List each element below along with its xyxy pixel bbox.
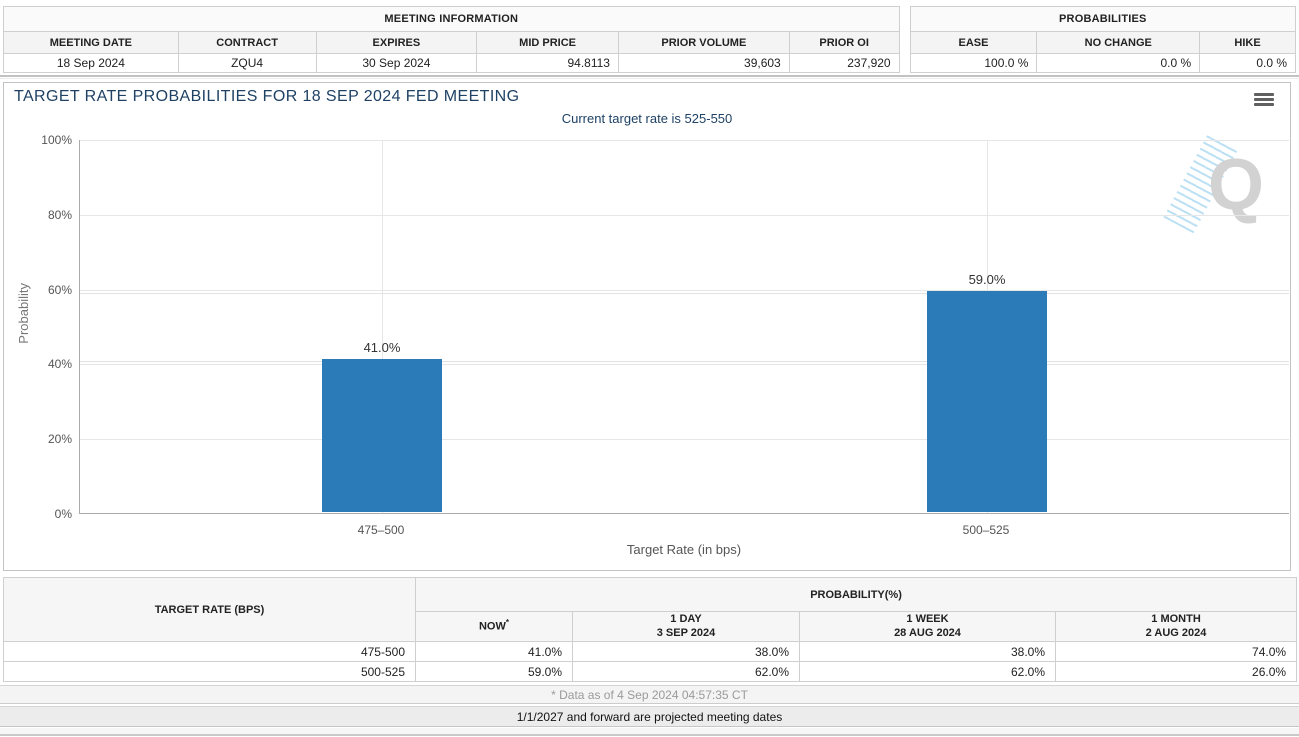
x-tick-label-500-525: 500–525	[962, 523, 1010, 537]
one-month-probability-cell: 26.0%	[1054, 661, 1298, 682]
meeting-date-header: MEETING DATE	[3, 31, 179, 54]
table-row: 475-500 41.0% 38.0% 38.0% 74.0%	[3, 641, 1298, 662]
y-axis-tick-label: 40%	[47, 357, 72, 372]
probability-history-table: TARGET RATE (BPS) PROBABILITY(%) NOW* 1 …	[3, 577, 1298, 682]
y-axis-tick-label: 100%	[41, 133, 72, 147]
one-day-probability-cell: 62.0%	[572, 661, 800, 682]
x-axis-title: Target Rate (in bps)	[626, 542, 742, 557]
footnote-asterisk: *	[505, 618, 509, 628]
bar-value-label: 59.0%	[968, 272, 1006, 288]
y-axis-tick-label: 20%	[47, 432, 72, 447]
bar-value-label: 41.0%	[363, 339, 401, 355]
no-change-header: NO CHANGE	[1036, 31, 1201, 54]
projected-dates-note: 1/1/2027 and forward are projected meeti…	[0, 706, 1299, 727]
y-axis-tick-label: 60%	[47, 282, 72, 297]
expires-header: EXPIRES	[315, 31, 478, 54]
bar-chart-plot-area: 41.0% 59.0%	[79, 140, 1289, 514]
bar-value-refline	[80, 360, 1289, 362]
y-axis-tick-label: 0%	[54, 507, 72, 521]
now-probability-cell: 41.0%	[415, 641, 573, 662]
top-summary-area: MEETING INFORMATION MEETING DATE CONTRAC…	[0, 0, 1299, 73]
hike-header: HIKE	[1199, 31, 1296, 54]
rate-cell: 500-525	[3, 661, 416, 682]
probability-chart-card: TARGET RATE PROBABILITIES FOR 18 SEP 202…	[3, 82, 1291, 571]
meeting-date-value: 18 Sep 2024	[3, 53, 179, 73]
x-tick-label-475-500: 475–500	[357, 523, 405, 537]
mid-price-header: MID PRICE	[476, 31, 619, 54]
bar-value-refline	[80, 293, 1289, 295]
bottom-strip	[0, 728, 1299, 736]
prior-oi-header: PRIOR OI	[788, 31, 900, 54]
y-axis-tick-label: 80%	[47, 207, 72, 222]
target-rate-bps-header: TARGET RATE (BPS)	[3, 577, 416, 642]
probability-group-header: PROBABILITY(%)	[414, 577, 1298, 612]
meeting-information-table: MEETING INFORMATION MEETING DATE CONTRAC…	[3, 6, 900, 73]
hike-value: 0.0 %	[1199, 53, 1296, 73]
no-change-value: 0.0 %	[1036, 53, 1201, 73]
data-as-of-footnote: * Data as of 4 Sep 2024 04:57:35 CT	[0, 685, 1299, 704]
contract-header: CONTRACT	[177, 31, 317, 54]
one-day-probability-cell: 38.0%	[572, 641, 800, 662]
chart-subtitle: Current target rate is 525-550	[561, 111, 733, 126]
probability-bar-500-525[interactable]	[927, 291, 1047, 512]
one-month-probability-cell: 74.0%	[1054, 641, 1298, 662]
one-day-column-header: 1 DAY 3 SEP 2024	[572, 611, 800, 642]
contract-value: ZQU4	[177, 53, 317, 73]
prior-volume-value: 39,603	[617, 53, 790, 73]
probability-bar-475-500[interactable]	[322, 358, 442, 512]
rate-cell: 475-500	[3, 641, 416, 662]
one-month-column-header: 1 MONTH 2 AUG 2024	[1054, 611, 1298, 642]
chart-title: TARGET RATE PROBABILITIES FOR 18 SEP 202…	[14, 88, 520, 105]
table-row: 500-525 59.0% 62.0% 62.0% 26.0%	[3, 661, 1298, 682]
meeting-information-title: MEETING INFORMATION	[3, 6, 900, 32]
one-week-column-header: 1 WEEK 28 AUG 2024	[799, 611, 1056, 642]
expires-value: 30 Sep 2024	[315, 53, 478, 73]
bar-group-500-525: 59.0%	[927, 272, 1047, 512]
section-divider	[0, 75, 1299, 78]
ease-header: EASE	[909, 31, 1038, 54]
bar-group-475-500: 41.0%	[322, 340, 442, 512]
now-probability-cell: 59.0%	[415, 661, 573, 682]
prior-oi-value: 237,920	[788, 53, 900, 73]
now-column-header: NOW*	[415, 611, 573, 642]
probabilities-summary-table: PROBABILITIES EASE NO CHANGE HIKE 100.0 …	[909, 6, 1297, 73]
probabilities-title: PROBABILITIES	[909, 6, 1297, 32]
prior-volume-header: PRIOR VOLUME	[617, 31, 790, 54]
one-week-probability-cell: 62.0%	[799, 661, 1056, 682]
one-week-probability-cell: 38.0%	[799, 641, 1056, 662]
hamburger-menu-icon[interactable]	[1254, 93, 1274, 108]
mid-price-value: 94.8113	[476, 53, 619, 73]
ease-value: 100.0 %	[909, 53, 1038, 73]
